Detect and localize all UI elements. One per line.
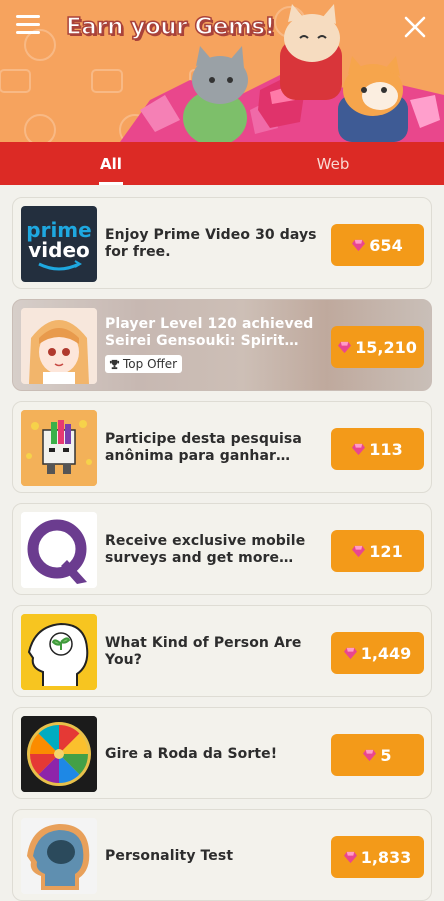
gem-icon xyxy=(343,851,357,863)
gems-button[interactable]: 1,449 xyxy=(331,632,424,674)
gems-amount: 121 xyxy=(369,541,403,561)
survey-character-thumbnail xyxy=(21,410,97,486)
hamburger-menu-icon-bar xyxy=(16,23,40,26)
gems-amount: 5 xyxy=(380,745,392,765)
tab-bar: All Web xyxy=(0,142,444,185)
offer-card[interactable]: What Kind of Person Are You? 1,449 xyxy=(12,605,432,697)
gem-icon xyxy=(343,647,357,659)
badge-label: Top Offer xyxy=(123,357,178,371)
gems-amount: 1,833 xyxy=(360,847,412,867)
gems-button[interactable]: 5 xyxy=(331,734,424,776)
hamburger-menu-icon xyxy=(16,15,40,18)
gems-button[interactable]: 654 xyxy=(331,224,424,266)
offer-title: Participe desta pesquisa anônima para ga… xyxy=(105,431,302,464)
trophy-icon xyxy=(109,359,120,369)
top-offer-badge: Top Offer xyxy=(105,355,183,373)
page-title: Earn your Gems! xyxy=(65,13,276,41)
gems-amount: 1,449 xyxy=(360,643,412,663)
header-banner: Earn your Gems! xyxy=(0,0,444,142)
active-tab-indicator xyxy=(99,182,123,185)
offer-card[interactable]: Gire a Roda da Sorte! 5 xyxy=(12,707,432,799)
close-icon xyxy=(404,16,426,38)
prime-video-logo: prime video xyxy=(21,206,97,282)
gems-button[interactable]: 1,833 xyxy=(331,836,424,878)
gem-icon xyxy=(352,239,366,251)
gems-button[interactable]: 113 xyxy=(331,428,424,470)
fortune-wheel-thumbnail xyxy=(21,716,97,792)
gems-amount: 113 xyxy=(369,439,403,459)
offer-title: Personality Test xyxy=(105,847,234,864)
offer-card-featured[interactable]: Player Level 120 achieved Seirei Gensouk… xyxy=(12,299,432,391)
tab-all[interactable]: All xyxy=(0,142,222,185)
offer-title: Receive exclusive mobile surveys and get… xyxy=(105,533,306,566)
menu-button[interactable] xyxy=(16,15,40,35)
offer-title: Player Level 120 achieved Seirei Gensouk… xyxy=(105,316,314,349)
svg-text:video: video xyxy=(28,238,90,262)
offer-card[interactable]: Personality Test 1,833 xyxy=(12,809,432,901)
gems-button[interactable]: 15,210 xyxy=(331,326,424,368)
q-logo xyxy=(21,512,97,588)
gem-icon xyxy=(338,341,352,353)
offer-title: Enjoy Prime Video 30 days for free. xyxy=(105,227,317,260)
gem-icon xyxy=(352,545,366,557)
offer-card[interactable]: prime video Enjoy Prime Video 30 days fo… xyxy=(12,197,432,289)
offer-title: Gire a Roda da Sorte! xyxy=(105,745,278,762)
head-plant-thumbnail xyxy=(21,614,97,690)
offer-card[interactable]: Participe desta pesquisa anônima para ga… xyxy=(12,401,432,493)
anime-girl-thumbnail xyxy=(21,308,97,384)
gems-amount: 654 xyxy=(369,235,403,255)
gem-icon xyxy=(352,443,366,455)
tab-web[interactable]: Web xyxy=(222,142,444,185)
gems-button[interactable]: 121 xyxy=(331,530,424,572)
hamburger-menu-icon-bar xyxy=(16,31,40,34)
gems-amount: 15,210 xyxy=(355,337,417,357)
gem-icon xyxy=(363,749,377,761)
head-silhouette-thumbnail xyxy=(21,818,97,894)
close-button[interactable] xyxy=(403,15,427,39)
offer-title: What Kind of Person Are You? xyxy=(105,635,302,668)
offer-card[interactable]: Receive exclusive mobile surveys and get… xyxy=(12,503,432,595)
